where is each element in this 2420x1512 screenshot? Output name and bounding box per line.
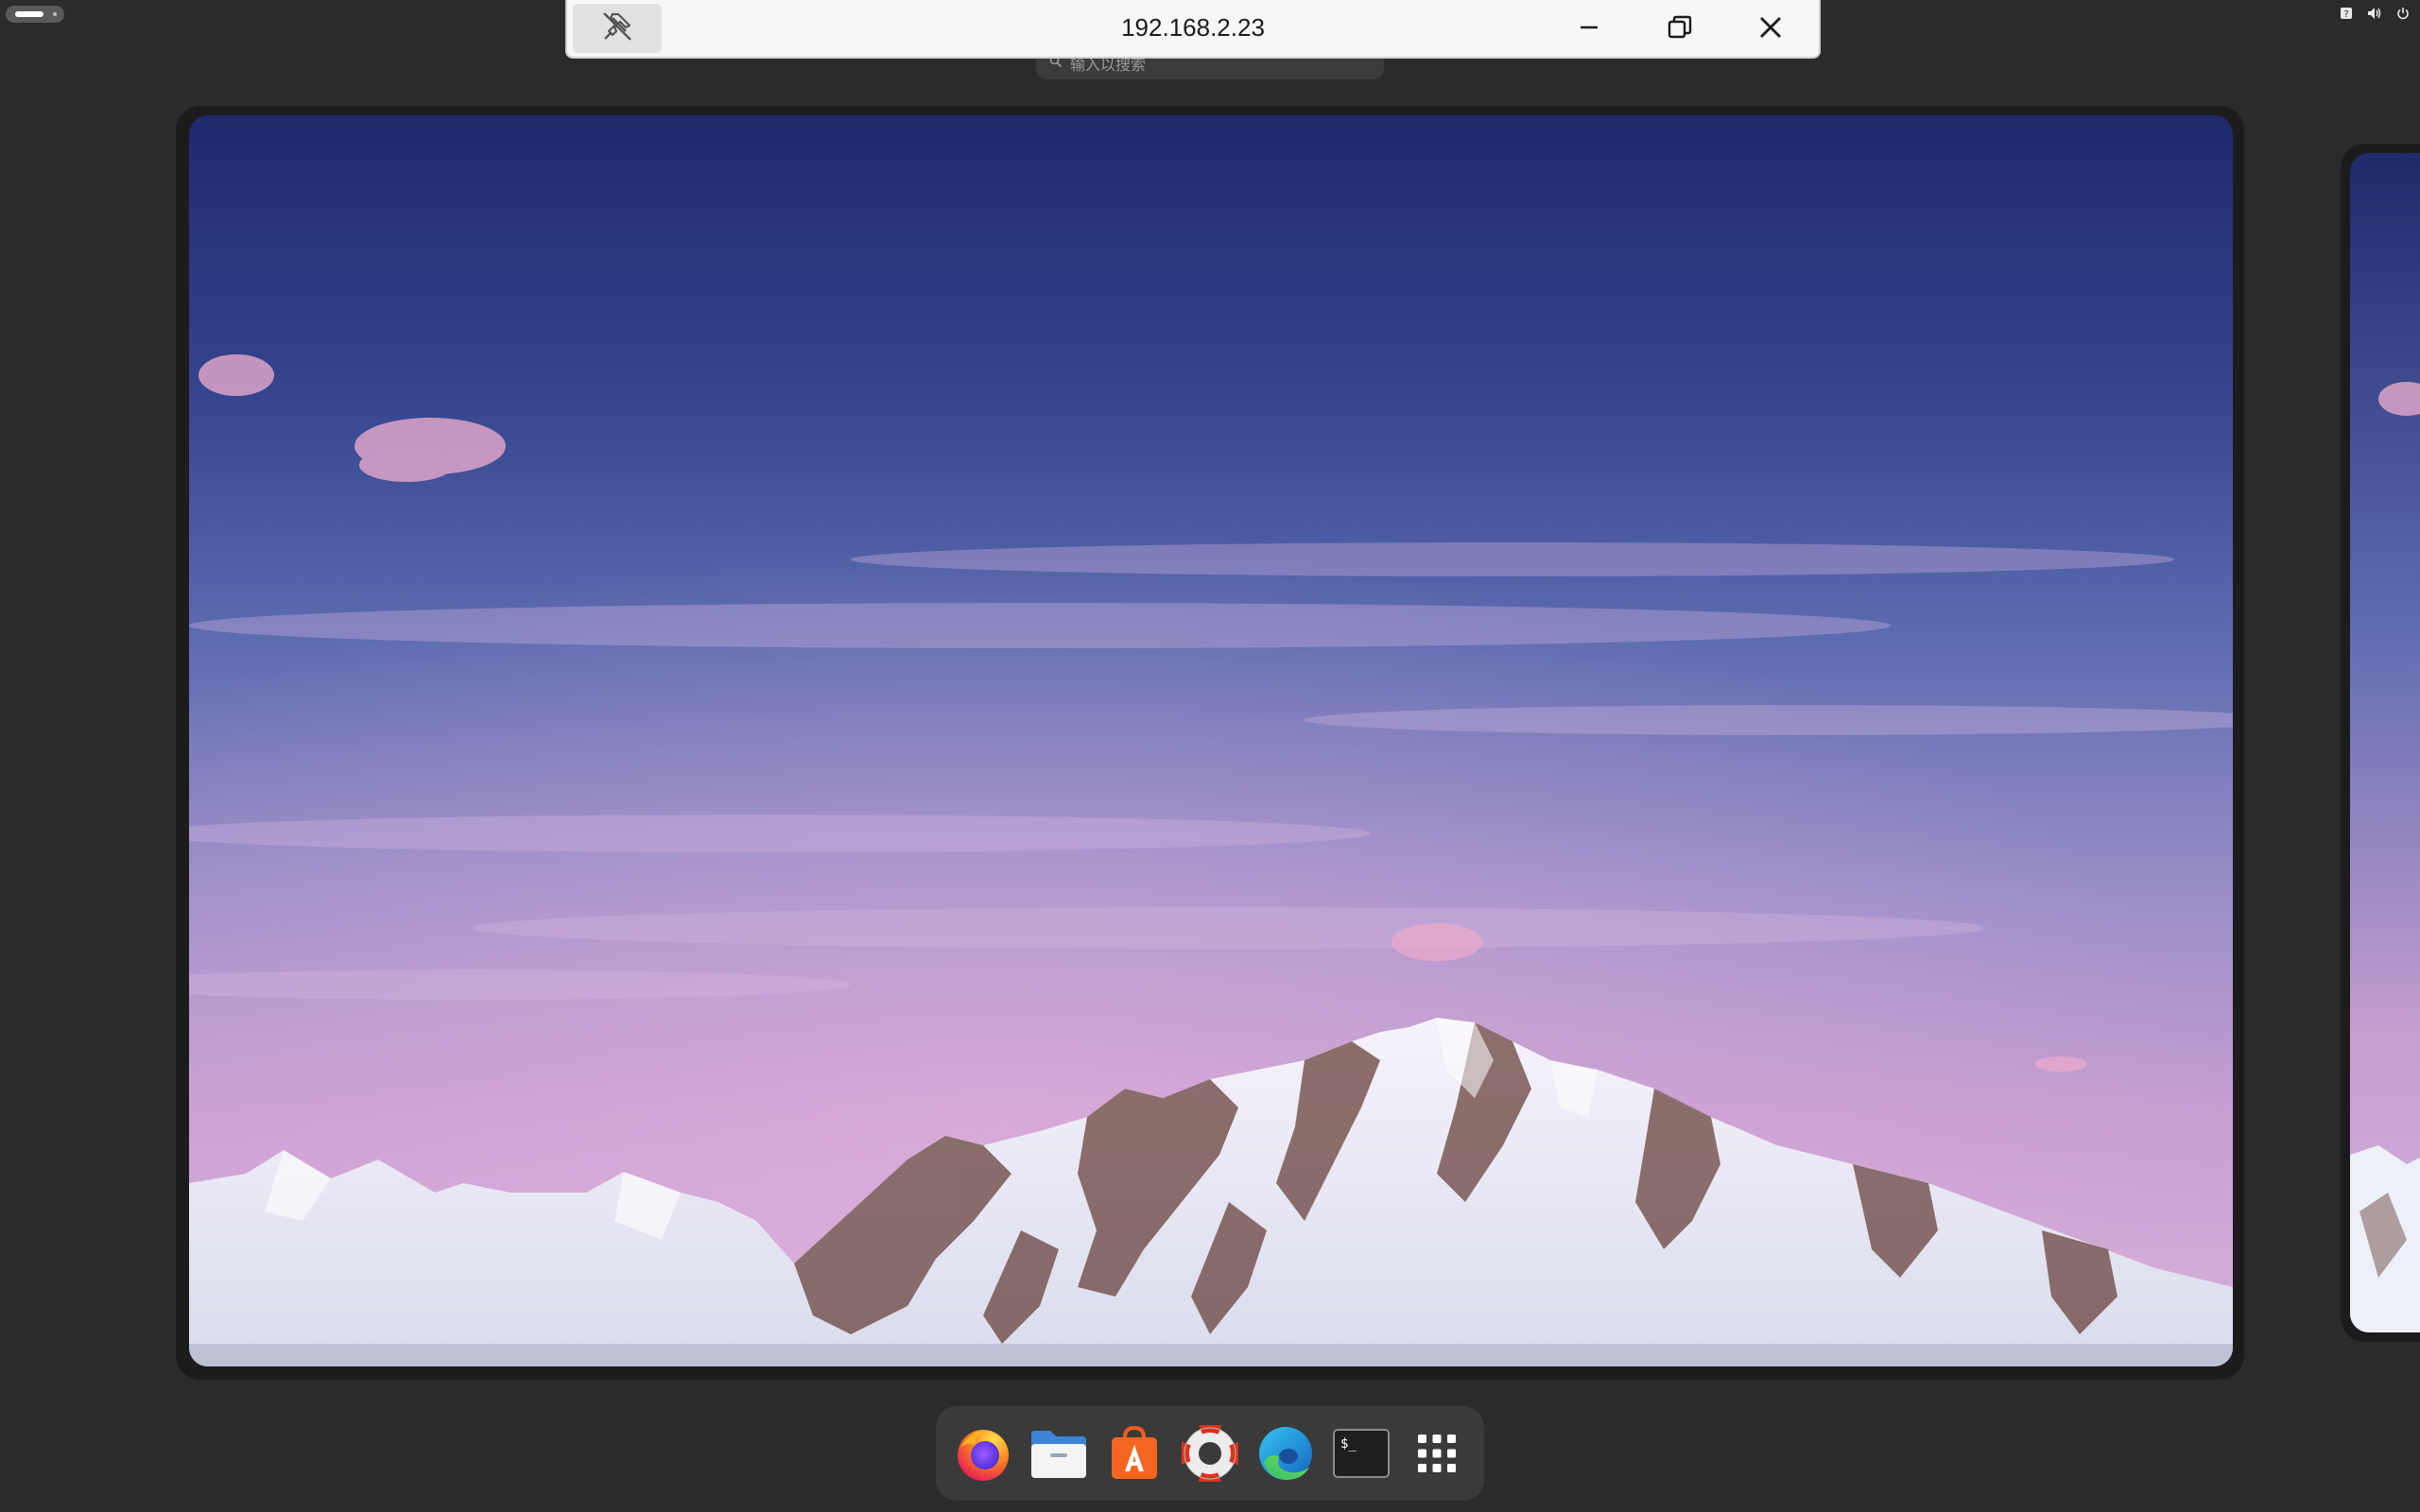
firefox-icon [958,1430,1009,1481]
dock-item-show-applications[interactable] [1405,1421,1469,1486]
mountain-wallpaper-image [189,115,2233,1366]
close-icon [1758,15,1783,43]
activities-button[interactable] [6,6,64,23]
next-workspace-wallpaper[interactable] [2350,153,2420,1332]
next-wallpaper-image [2350,153,2420,1332]
workspace-dot [53,12,57,16]
files-icon [1031,1431,1086,1478]
help-icon[interactable]: ? [2339,6,2354,21]
system-tray[interactable]: ? [2339,6,2411,21]
help-glyph: ? [2343,9,2348,20]
remote-connection-bar[interactable]: 192.168.2.23 [565,0,1821,59]
dock-item-terminal[interactable]: $_ [1329,1421,1393,1486]
terminal-prompt-glyph: $_ [1340,1436,1357,1452]
minimize-icon [1578,16,1600,43]
close-button[interactable] [1751,9,1790,49]
volume-icon[interactable] [2367,6,2382,21]
dock-item-help[interactable] [1178,1421,1242,1486]
power-icon[interactable] [2395,6,2411,21]
active-workspace-indicator [15,11,43,17]
restore-icon [1667,14,1693,44]
dock-item-edge[interactable] [1253,1421,1318,1486]
dock-item-files[interactable] [1027,1421,1091,1486]
terminal-icon: $_ [1333,1429,1390,1478]
dock-item-software[interactable] [1102,1421,1167,1486]
edge-icon [1259,1427,1312,1480]
minimize-button[interactable] [1569,9,1609,49]
dock: $_ [936,1406,1484,1501]
workspace-wallpaper[interactable] [189,115,2233,1366]
remote-host-title: 192.168.2.23 [1121,13,1265,42]
help-lifebuoy-icon [1182,1425,1238,1482]
app-grid-icon [1418,1435,1456,1472]
dock-item-firefox[interactable] [951,1421,1015,1486]
restore-button[interactable] [1660,9,1700,49]
software-store-icon [1112,1425,1157,1479]
